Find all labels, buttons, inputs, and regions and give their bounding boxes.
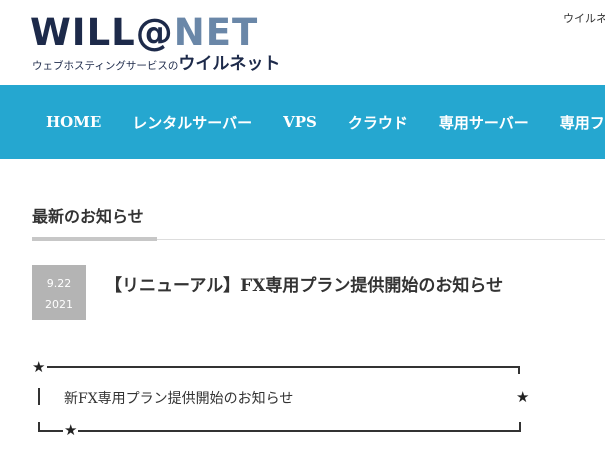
- deco-star-top-left: ★: [32, 358, 46, 376]
- main-nav: HOME レンタルサーバー VPS クラウド 専用サーバー 専用フ: [0, 85, 605, 159]
- site-header: WILL@NET ウェブホスティングサービスのウイルネット ウイルネ: [0, 0, 605, 85]
- deco-frame-left-bar: [38, 388, 40, 405]
- header-right-text: ウイルネ: [563, 12, 605, 25]
- logo-wordmark: WILL@NET: [30, 12, 258, 54]
- deco-star-bottom: ★: [63, 421, 79, 439]
- deco-frame-bottom-line: [38, 430, 521, 432]
- section-heading-news: 最新のお知らせ: [32, 207, 144, 226]
- news-date-badge: 9.22 2021: [32, 265, 86, 320]
- logo-tagline-brand: ウイルネット: [178, 54, 281, 74]
- nav-item-vps[interactable]: VPS: [283, 113, 317, 131]
- nav-item-dedicated-server[interactable]: 専用サーバー: [439, 112, 529, 133]
- deco-frame-text: 新FX専用プラン提供開始のお知らせ: [64, 391, 294, 407]
- logo-will-text: WILL@: [30, 11, 174, 54]
- news-item-title[interactable]: 【リニューアル】FX専用プラン提供開始のお知らせ: [105, 271, 503, 296]
- nav-item-home[interactable]: HOME: [46, 113, 101, 131]
- news-date-month-day: 9.22: [46, 277, 72, 290]
- nav-item-dedicated-truncated[interactable]: 専用フ: [560, 112, 605, 133]
- logo-tagline-text: ウェブホスティングサービスの: [32, 60, 179, 72]
- heading-underline-accent: [32, 237, 157, 241]
- logo-net-text: NET: [173, 11, 259, 54]
- site-logo[interactable]: WILL@NET ウェブホスティングサービスのウイルネット: [30, 12, 290, 76]
- nav-item-cloud[interactable]: クラウド: [348, 112, 408, 133]
- deco-star-right: ★: [516, 388, 530, 406]
- deco-frame-top-right-corner: [518, 366, 520, 374]
- deco-frame-bottom-right-corner: [519, 422, 521, 432]
- nav-list: HOME レンタルサーバー VPS クラウド 専用サーバー 専用フ: [46, 85, 605, 159]
- logo-tagline: ウェブホスティングサービスのウイルネット: [32, 54, 280, 76]
- nav-item-rental-server[interactable]: レンタルサーバー: [132, 112, 252, 133]
- deco-frame-top-line: [47, 366, 520, 368]
- news-date-year: 2021: [45, 298, 73, 311]
